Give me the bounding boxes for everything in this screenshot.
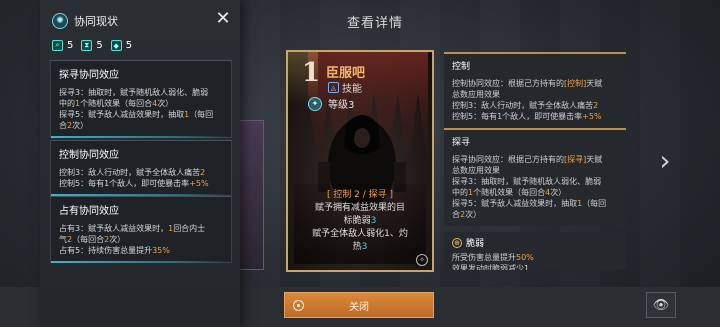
count-magnifier: ⌕ 5	[52, 40, 73, 51]
text-line: 占有3：赋予敌人减益效果时，1回合内士	[59, 224, 206, 233]
text-line: 探寻5：赋予敌人减益效果时，抽取1（每回	[452, 199, 607, 208]
card-text-area: [ 控制 2 / 探寻 ] 赋予拥有减益效果的目 标脆弱3 赋予全体敌人弱化1、灼热…	[294, 184, 426, 264]
effect-title: 探寻协同效应	[59, 70, 119, 81]
text-line: 标脆弱3	[343, 216, 377, 226]
detail-title: 控制	[452, 62, 471, 72]
debuff-fragile: ⊕ 脆弱 所受伤害总量提升50% 效果发动时脆弱减少1	[444, 232, 626, 270]
synergy-panel-header: ✺ 协同现状 ✕	[52, 10, 232, 32]
effect-box-possess: 占有协同效应 占有3：赋予敌人减益效果时，1回合内士 气2（每回合2次） 占有5：持…	[50, 196, 232, 263]
detail-lines: 控制协同效应：根据己方持有的[控制]天赋 总数应用效果控制3：敌人行动时，赋予全体…	[452, 78, 618, 122]
text-line: 合2次）	[452, 210, 482, 219]
text-line: 赋予全体敌人弱化1、灼	[312, 229, 408, 239]
text-line: 探寻5：赋予敌人减益效果时，抽取1（每回	[59, 110, 214, 119]
card-level-label: 等级3	[328, 100, 355, 111]
effect-lines: 控制3：敌人行动时，赋予全体敌人痛苦2 控制5：每有1个敌人，即可使暴击率+5%	[59, 167, 223, 189]
text-line: 热3	[352, 242, 368, 252]
card-level: ✦ 等级3	[308, 96, 354, 111]
card-name: 臣服吧	[326, 66, 366, 81]
debuff-header: ⊕ 脆弱	[452, 236, 618, 249]
text-line: 控制3：敌人行动时，赋予全体敌人痛苦2	[452, 101, 599, 110]
card-cost: 1	[302, 58, 321, 88]
level-icon: ✦	[308, 96, 322, 111]
count-gem: ◆ 5	[110, 40, 133, 51]
effect-box-explore: 探寻协同效应 探寻3：抽取时，赋予随机敌人弱化、脆弱 中的1个随机效果（每回合4次…	[50, 60, 232, 138]
card-description: 赋予拥有减益效果的目 标脆弱3 赋予全体敌人弱化1、灼 热3	[294, 202, 426, 254]
text-line: 探寻3：抽取时，赋予随机敌人弱化、脆弱	[452, 177, 602, 186]
eye-icon[interactable]: 👁	[646, 292, 676, 318]
previous-card[interactable]	[238, 120, 264, 270]
close-button-label: 关闭	[349, 301, 369, 313]
detail-control: 控制 控制协同效应：根据己方持有的[控制]天赋 总数应用效果控制3：敌人行动时，赋…	[444, 52, 626, 128]
effect-lines: 占有3：赋予敌人减益效果时，1回合内士 气2（每回合2次） 占有5：持续伤害总量提升…	[59, 223, 223, 256]
gem-icon: ◆	[110, 40, 122, 51]
skill-type-icon: ◬	[328, 82, 339, 93]
crosshair-icon: ⊕	[452, 237, 462, 248]
text-line: 气2（每回合2次）	[59, 235, 126, 244]
synergy-panel: ✺ 协同现状 ✕ ⌕ 5 ⧗ 5 ◆ 5 探寻协同效应 探寻3：抽取时，赋予随机…	[40, 0, 240, 327]
hourglass-icon: ⧗	[81, 40, 93, 51]
text-line: 合2次）	[59, 121, 89, 130]
card-type: ◬ 技能	[328, 80, 362, 95]
close-button[interactable]: 关闭	[284, 292, 434, 318]
text-line: 控制协同效应：根据己方持有的[控制]天赋	[452, 79, 603, 88]
count-value: 5	[67, 40, 74, 51]
debuff-lines: 所受伤害总量提升50% 效果发动时脆弱减少1	[452, 252, 618, 270]
count-hourglass: ⧗ 5	[81, 40, 103, 51]
text-line: 中的1个随机效果（每回合4次）	[452, 188, 567, 197]
text-line: 占有5：持续伤害总量提升35%	[59, 246, 170, 255]
text-line: 探寻协同效应：根据己方持有的[探寻]天赋	[452, 155, 603, 164]
effect-box-control: 控制协同效应 控制3：敌人行动时，赋予全体敌人痛苦2 控制5：每有1个敌人，即可使…	[50, 140, 232, 196]
text-line: 总数应用效果	[452, 90, 500, 99]
synergy-panel-title: 协同现状	[74, 15, 118, 28]
card-corner-icon: ✧	[416, 254, 428, 266]
debuff-title: 脆弱	[466, 239, 485, 249]
effect-title: 占有协同效应	[59, 206, 119, 217]
text-line: 所受伤害总量提升50%	[452, 253, 534, 262]
skill-card: 1 臣服吧 ◬ 技能 ✦ 等级3 [ 控制 2 / 探寻 ] 赋予拥有减益效果的…	[286, 50, 434, 272]
card-tags: [ 控制 2 / 探寻 ]	[326, 190, 394, 200]
synergy-counts: ⌕ 5 ⧗ 5 ◆ 5	[52, 40, 140, 51]
text-line: 中的1个随机效果（每回合4次）	[59, 99, 174, 108]
effect-title: 控制协同效应	[59, 150, 119, 161]
synergy-icon: ✺	[52, 13, 68, 29]
chevron-right-icon[interactable]: ›	[656, 146, 674, 176]
text-line: 赋予拥有减益效果的目	[314, 203, 405, 213]
text-line: 控制5：每有1个敌人，即可使暴击率+5%	[452, 112, 602, 121]
count-value: 5	[96, 40, 103, 51]
text-line: 效果发动时脆弱减少1	[452, 264, 530, 270]
detail-title: 探寻	[452, 138, 471, 148]
text-line: 控制3：敌人行动时，赋予全体敌人痛苦2	[59, 168, 206, 177]
close-x-icon[interactable]: ✕	[214, 10, 232, 28]
detail-lines: 探寻协同效应：根据己方持有的[探寻]天赋 总数应用效果探寻3：抽取时，赋予随机敌人…	[452, 154, 618, 220]
count-value: 5	[125, 40, 133, 51]
card-type-label: 技能	[342, 84, 362, 95]
magnifier-icon: ⌕	[52, 40, 63, 51]
text-line: 探寻3：抽取时，赋予随机敌人弱化、脆弱	[59, 88, 209, 97]
text-line: 总数应用效果	[452, 166, 500, 175]
text-line: 控制5：每有1个敌人，即可使暴击率+5%	[59, 179, 209, 188]
detail-explore: 探寻 探寻协同效应：根据己方持有的[探寻]天赋 总数应用效果探寻3：抽取时，赋予随…	[444, 128, 626, 226]
effect-lines: 探寻3：抽取时，赋予随机敌人弱化、脆弱 中的1个随机效果（每回合4次） 探寻5：赋予…	[59, 87, 223, 131]
confirm-circle-icon	[293, 300, 304, 311]
